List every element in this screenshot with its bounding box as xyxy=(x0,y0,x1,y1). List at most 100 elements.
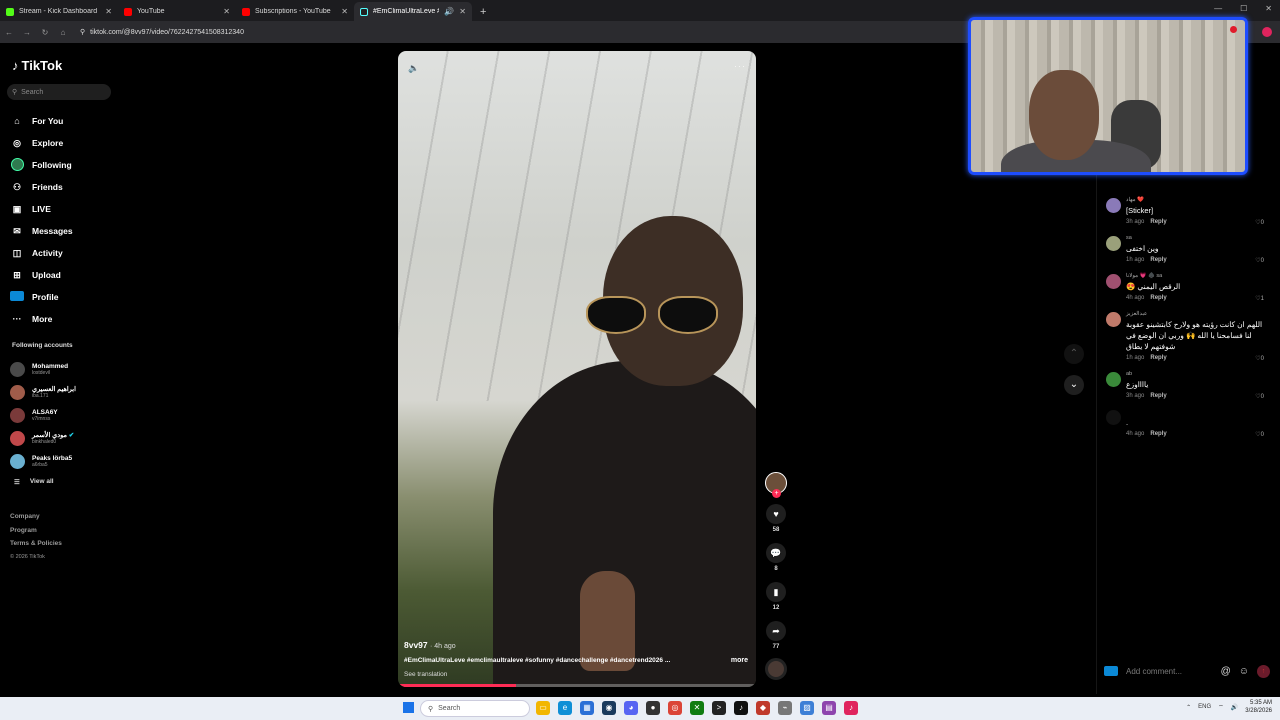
nav-profile[interactable]: Profile xyxy=(10,286,73,308)
comment-user[interactable]: مولانا 💗 ♠️ sa xyxy=(1126,272,1264,281)
photos-icon[interactable]: ▨ xyxy=(800,701,814,715)
nav-explore[interactable]: ◎ Explore xyxy=(10,132,73,154)
footer-link-terms[interactable]: Terms & Policies xyxy=(10,537,62,551)
comment-like-button[interactable]: ♡1 xyxy=(1255,295,1264,302)
see-translation-link[interactable]: See translation xyxy=(404,671,447,678)
mention-icon[interactable]: @ xyxy=(1221,666,1231,677)
xbox-icon[interactable]: ✕ xyxy=(690,701,704,715)
comment-like-button[interactable]: ♡0 xyxy=(1255,355,1264,362)
account-item[interactable]: ALSA6Y v7imnss xyxy=(10,404,76,427)
avatar[interactable] xyxy=(1106,198,1121,213)
send-icon[interactable]: ↑ xyxy=(1257,664,1270,678)
comment-like-button[interactable]: ♡0 xyxy=(1255,257,1264,264)
clock[interactable]: 5:35 AM 3/28/2026 xyxy=(1245,699,1272,715)
creator-avatar[interactable]: + xyxy=(765,472,787,498)
comment-like-button[interactable]: ♡0 xyxy=(1255,393,1264,400)
reply-button[interactable]: Reply xyxy=(1150,352,1166,364)
obs-icon[interactable]: ● xyxy=(646,701,660,715)
tiktok-icon[interactable]: ♪ xyxy=(734,701,748,715)
site-info-icon[interactable]: ⚲ xyxy=(80,28,85,36)
avatar[interactable] xyxy=(1106,410,1121,425)
video-player[interactable]: 🔈 ··· 8vv97 · 4h ago #EmClimaUltraLeve #… xyxy=(398,51,756,687)
comment-user[interactable]: عبدالعزيز xyxy=(1126,310,1264,319)
next-video-button[interactable]: ⌄ xyxy=(1064,375,1084,395)
tiktok-logo[interactable]: ♪ TikTok xyxy=(12,58,62,73)
video-progress-bar[interactable] xyxy=(398,684,756,687)
like-button[interactable]: ♥ 58 xyxy=(764,504,788,533)
comment-like-button[interactable]: ♡0 xyxy=(1255,219,1264,226)
windows-start-icon[interactable] xyxy=(403,702,414,713)
close-icon[interactable]: ✕ xyxy=(223,7,230,16)
reload-icon[interactable]: ↻ xyxy=(36,28,54,37)
search-input[interactable]: ⚲ Search xyxy=(7,84,111,100)
media-icon[interactable]: ▤ xyxy=(822,701,836,715)
edge-icon[interactable]: e xyxy=(558,701,572,715)
audio-icon[interactable]: 🔊 xyxy=(444,7,454,16)
prev-video-button[interactable]: ⌃ xyxy=(1064,344,1084,364)
music-disc-icon[interactable] xyxy=(765,658,787,680)
volume-icon[interactable]: 🔈 xyxy=(408,63,419,74)
comment-button[interactable]: 💬 8 xyxy=(764,543,788,572)
discord-icon[interactable]: ◕ xyxy=(624,701,638,715)
close-icon[interactable]: ✕ xyxy=(105,7,112,16)
forward-icon[interactable]: → xyxy=(18,28,36,37)
close-window-icon[interactable]: ✕ xyxy=(1265,4,1272,13)
reply-button[interactable]: Reply xyxy=(1150,216,1166,228)
close-icon[interactable]: ✕ xyxy=(459,7,466,16)
account-item[interactable]: Mohammed lostdevil xyxy=(10,358,76,381)
emoji-icon[interactable]: ☺ xyxy=(1239,666,1249,677)
avatar[interactable] xyxy=(1106,236,1121,251)
profile-avatar-icon[interactable] xyxy=(1262,27,1272,37)
reply-button[interactable]: Reply xyxy=(1150,428,1166,440)
url-field[interactable]: ⚲ tiktok.com/@8vv97/video/76224275415083… xyxy=(80,28,244,37)
comment-user[interactable]: sa xyxy=(1126,234,1264,243)
file-explorer-icon[interactable]: ▭ xyxy=(536,701,550,715)
tab-kick[interactable]: Stream - Kick Dashboard ✕ xyxy=(0,2,118,21)
more-options-icon[interactable]: ··· xyxy=(734,61,746,71)
share-button[interactable]: ➦ 77 xyxy=(764,621,788,650)
avatar[interactable] xyxy=(1106,274,1121,289)
app-icon[interactable]: ◆ xyxy=(756,701,770,715)
chrome-icon[interactable]: ◎ xyxy=(668,701,682,715)
maximize-icon[interactable]: ☐ xyxy=(1240,4,1247,13)
terminal-icon[interactable]: > xyxy=(712,701,726,715)
network-icon[interactable]: ⌔ xyxy=(1218,703,1224,711)
chevron-up-icon[interactable]: ⌃ xyxy=(1186,704,1191,711)
close-icon[interactable]: ✕ xyxy=(341,7,348,16)
tab-subscriptions[interactable]: Subscriptions - YouTube ✕ xyxy=(236,2,354,21)
footer-link-company[interactable]: Company xyxy=(10,510,62,524)
tab-tiktok[interactable]: #EmClimaUltraLeve #emcli 🔊 ✕ xyxy=(354,2,472,21)
nav-activity[interactable]: ◫ Activity xyxy=(10,242,73,264)
back-icon[interactable]: ← xyxy=(0,28,18,37)
home-icon[interactable]: ⌂ xyxy=(54,28,72,37)
taskbar-search[interactable]: ⚲ Search xyxy=(420,700,530,717)
nav-more[interactable]: ··· More xyxy=(10,308,73,330)
nav-messages[interactable]: ✉ Messages xyxy=(10,220,72,242)
comment-input[interactable]: Add comment... xyxy=(1126,667,1213,676)
account-item[interactable]: Peaks lörba5 a6rba5 xyxy=(10,450,76,473)
store-icon[interactable]: ▦ xyxy=(580,701,594,715)
view-all-button[interactable]: ☰ View all xyxy=(14,478,54,486)
footer-link-program[interactable]: Program xyxy=(10,524,62,538)
usb-icon[interactable]: ⌁ xyxy=(778,701,792,715)
nav-following[interactable]: Following xyxy=(10,154,73,176)
nav-live[interactable]: ▣ LIVE xyxy=(10,198,73,220)
video-author[interactable]: 8vv97 · 4h ago xyxy=(404,640,456,650)
avatar[interactable] xyxy=(1106,312,1121,327)
volume-icon[interactable]: 🔊 xyxy=(1231,704,1238,711)
nav-upload[interactable]: ⊞ Upload xyxy=(10,264,73,286)
save-button[interactable]: ▮ 12 xyxy=(764,582,788,611)
lang-indicator[interactable]: ENG xyxy=(1198,704,1211,710)
comment-user[interactable] xyxy=(1126,408,1264,417)
account-item[interactable]: مودي الأسمر ✔ binkhaled0 xyxy=(10,427,76,450)
comment-user[interactable]: مهاد ❤️ xyxy=(1126,196,1264,205)
account-item[interactable]: ابراهيم العسيري iba.171 xyxy=(10,381,76,404)
caption-more-button[interactable]: more xyxy=(731,657,748,664)
steam-icon[interactable]: ◉ xyxy=(602,701,616,715)
avatar[interactable] xyxy=(1106,372,1121,387)
capcut-icon[interactable]: ♪ xyxy=(844,701,858,715)
new-tab-icon[interactable]: + xyxy=(480,6,486,18)
reply-button[interactable]: Reply xyxy=(1150,254,1166,266)
minimize-icon[interactable]: — xyxy=(1214,4,1222,13)
tab-youtube[interactable]: YouTube ✕ xyxy=(118,2,236,21)
